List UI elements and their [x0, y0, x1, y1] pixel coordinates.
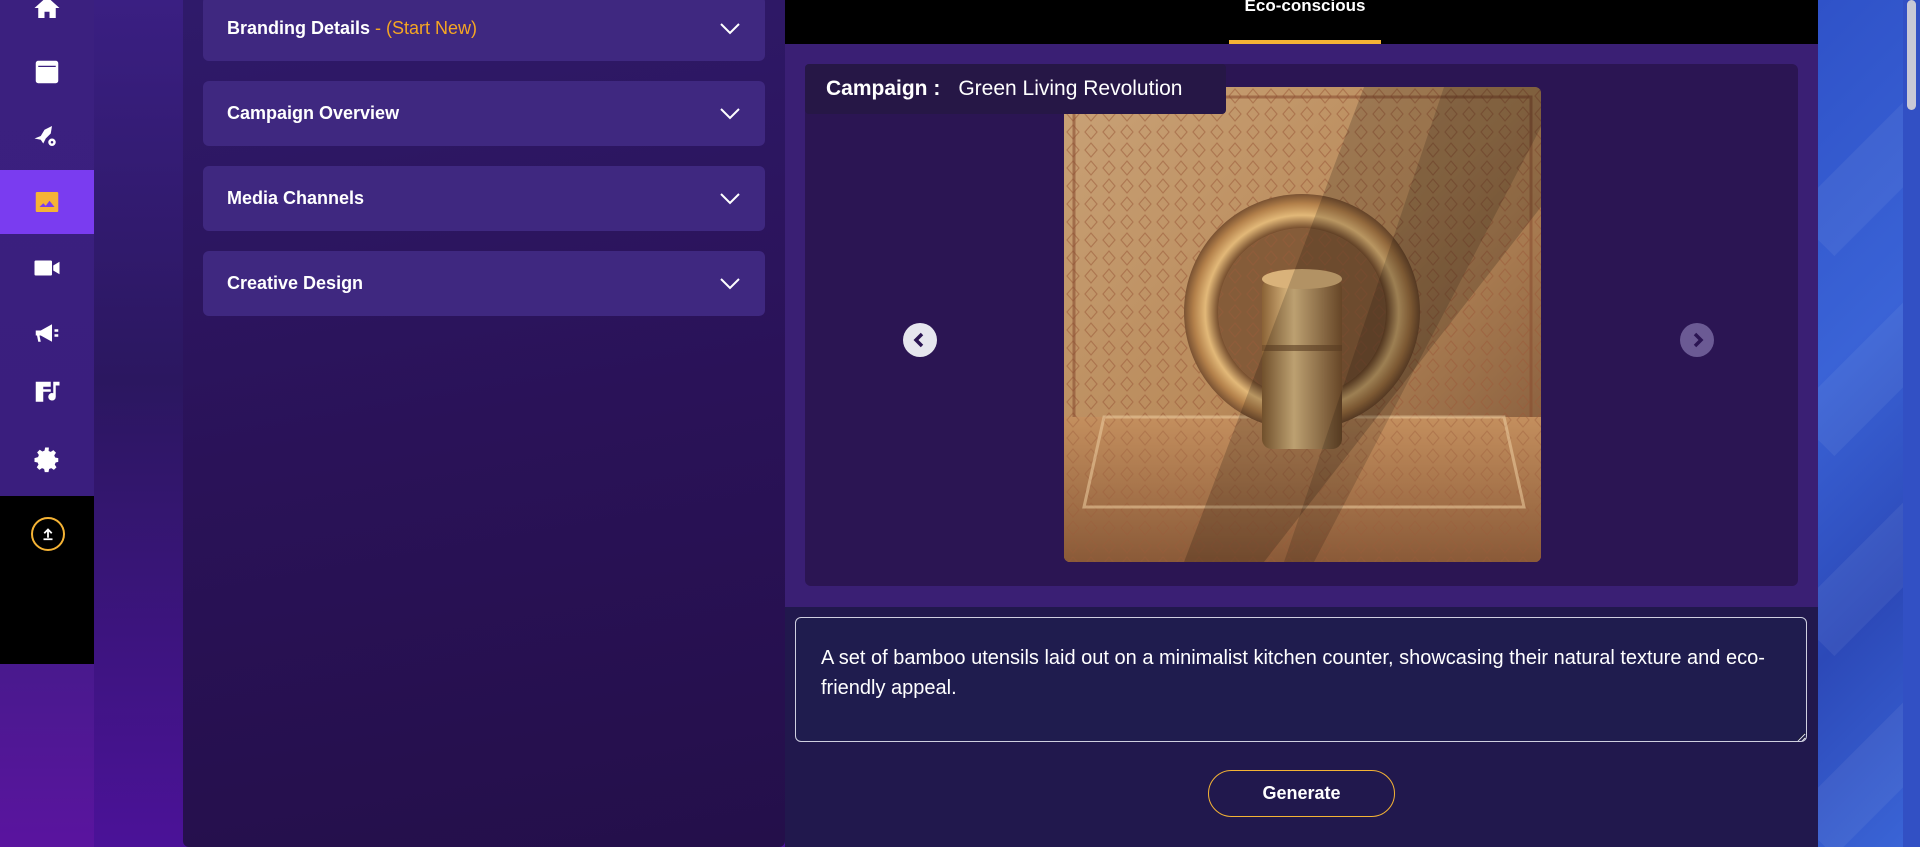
campaign-name: Green Living Revolution — [958, 77, 1183, 100]
accordion-title: Branding Details - (Start New) — [227, 18, 478, 38]
home-icon — [34, 0, 60, 18]
chevron-left-icon — [913, 332, 924, 348]
page-scrollbar[interactable] — [1903, 0, 1920, 847]
image-carousel: Campaign : Green Living Revolution — [805, 64, 1798, 586]
upload-panel — [0, 496, 94, 664]
sidebar-item-video[interactable] — [0, 236, 94, 300]
chevron-down-icon — [719, 192, 741, 206]
campaign-key: Campaign : — [826, 77, 941, 100]
image-preview-section: Eco-conscious Campaign : Green Living Re… — [785, 0, 1818, 847]
accordion-title: Media Channels — [227, 188, 365, 208]
image-icon — [35, 192, 59, 212]
upload-icon — [43, 528, 53, 541]
generate-button[interactable]: Generate — [1208, 770, 1395, 817]
resize-grip-icon[interactable] — [1796, 729, 1806, 742]
preview-panel: Campaign : Green Living Revolution — [785, 44, 1818, 607]
accordion-title: Campaign Overview — [227, 103, 400, 123]
start-new-label: - (Start New) — [370, 18, 478, 38]
sidebar-item-documents[interactable] — [0, 40, 94, 104]
accordion-media-channels[interactable]: Media Channels — [203, 166, 765, 231]
megaphone-icon — [35, 324, 59, 342]
campaign-label: Campaign : Green Living Revolution — [805, 64, 1226, 114]
sidebar-item-images[interactable] — [0, 170, 94, 234]
carousel-prev-button[interactable] — [903, 323, 937, 357]
music-notes-icon — [35, 381, 60, 402]
rocket-gear-icon — [34, 126, 56, 146]
accordion-campaign-overview[interactable]: Campaign Overview — [203, 81, 765, 146]
gear-icon — [34, 447, 59, 473]
chevron-right-icon — [1693, 332, 1704, 348]
icon-sidebar — [0, 0, 94, 847]
accordion-branding-details[interactable]: Branding Details - (Start New) — [203, 0, 765, 61]
image-prompt-textarea[interactable]: A set of bamboo utensils laid out on a m… — [795, 617, 1807, 742]
campaign-form: Branding Details - (Start New) Campaign … — [183, 0, 785, 847]
chevron-down-icon — [719, 277, 741, 291]
video-icon — [34, 260, 60, 276]
accordion-creative-design[interactable]: Creative Design — [203, 251, 765, 316]
sidebar-item-announcements[interactable] — [0, 301, 94, 365]
accordion-title: Creative Design — [227, 273, 364, 293]
document-icon — [35, 60, 59, 84]
generated-image — [1064, 87, 1541, 562]
carousel-next-button[interactable] — [1680, 323, 1714, 357]
sidebar-item-home[interactable] — [0, 0, 94, 40]
tab-eco-conscious[interactable]: Eco-conscious — [1229, 0, 1381, 44]
sidebar-item-audio[interactable] — [0, 361, 94, 425]
sidebar-item-settings[interactable] — [0, 428, 94, 492]
chevron-down-icon — [719, 107, 741, 121]
chevron-down-icon — [719, 22, 741, 36]
scrollbar-thumb[interactable] — [1907, 0, 1916, 110]
sidebar-item-automation[interactable] — [0, 104, 94, 168]
upload-button[interactable] — [31, 517, 65, 551]
style-tabs: Eco-conscious — [785, 0, 1818, 44]
